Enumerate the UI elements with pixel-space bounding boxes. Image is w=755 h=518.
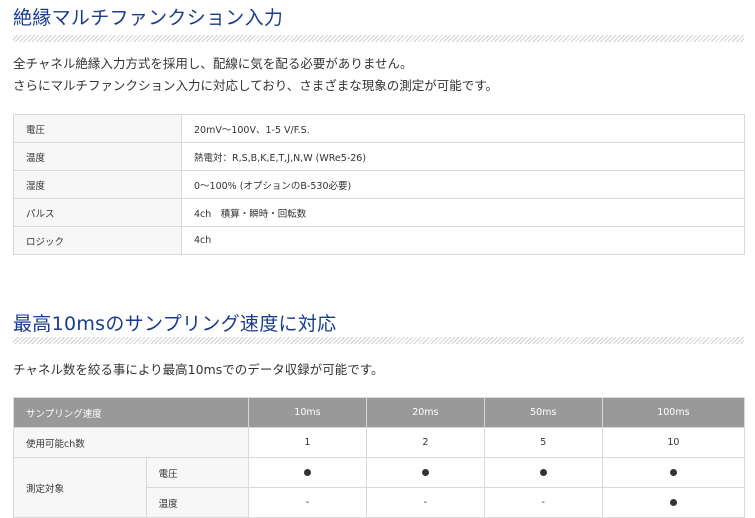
heading-divider	[13, 35, 744, 42]
input-spec-table: 電圧 20mV～100V、1-5 V/F.S. 温度 熱電対：R,S,B,K,E…	[13, 114, 745, 255]
spec-label: 電圧	[13, 114, 182, 143]
sampling-speed-table: サンプリング速度 10ms 20ms 50ms 100ms 使用可能ch数 1 …	[13, 397, 746, 518]
spec-label: ロジック	[13, 226, 182, 255]
spec-row: 湿度 0～100% (オプションのB-530必要)	[13, 170, 745, 199]
support-mark: -	[483, 487, 603, 518]
channel-count: 1	[248, 427, 367, 458]
support-mark	[483, 457, 603, 488]
header-speed: 10ms	[248, 397, 367, 428]
spec-row: 温度 熱電対：R,S,B,K,E,T,J,N,W (WRe5-26)	[13, 142, 745, 171]
header-sampling-speed: サンプリング速度	[13, 397, 249, 428]
spec-row: ロジック 4ch	[13, 226, 745, 255]
target-voltage-label: 電圧	[145, 457, 250, 488]
support-mark	[365, 457, 485, 488]
spec-value: 4ch 積算・瞬時・回転数	[181, 198, 745, 227]
spec-value: 0～100% (オプションのB-530必要)	[181, 170, 745, 199]
intro-line-1: 全チャネル絶縁入力方式を採用し、配線に気を配る必要がありません。	[13, 56, 413, 71]
supported-dot-icon	[539, 469, 547, 476]
support-mark	[248, 457, 367, 488]
heading-divider	[13, 337, 744, 344]
section-title-insulated-input: 絶縁マルチファンクション入力	[13, 7, 284, 29]
table-header-row: サンプリング速度 10ms 20ms 50ms 100ms	[13, 397, 746, 428]
table-row: 測定対象 電圧	[13, 457, 746, 518]
spec-label: 湿度	[13, 170, 182, 199]
supported-dot-icon	[303, 469, 311, 476]
channel-count: 2	[365, 427, 485, 458]
supported-dot-icon	[669, 469, 677, 476]
target-label: 測定対象	[13, 457, 147, 518]
supported-dot-icon	[669, 499, 677, 506]
spec-value: 20mV～100V、1-5 V/F.S.	[181, 114, 745, 143]
header-speed: 100ms	[601, 397, 746, 428]
channel-count: 5	[483, 427, 603, 458]
spec-value: 4ch	[181, 226, 745, 255]
intro-line-2: さらにマルチファンクション入力に対応しており、さまざまな現象の測定が可能です。	[13, 78, 499, 93]
spec-label: パルス	[13, 198, 182, 227]
header-speed: 20ms	[365, 397, 485, 428]
spec-row: 電圧 20mV～100V、1-5 V/F.S.	[13, 114, 745, 143]
channel-count: 10	[601, 427, 746, 458]
support-mark	[601, 487, 746, 518]
table-row: 使用可能ch数 1 2 5 10	[13, 427, 746, 458]
sampling-description: チャネル数を絞る事により最高10msでのデータ収録が可能です。	[13, 362, 384, 377]
support-mark: -	[365, 487, 485, 518]
support-mark: -	[248, 487, 367, 518]
spec-value: 熱電対：R,S,B,K,E,T,J,N,W (WRe5-26)	[181, 142, 745, 171]
spec-row: パルス 4ch 積算・瞬時・回転数	[13, 198, 745, 227]
target-temperature-label: 温度	[145, 487, 250, 518]
supported-dot-icon	[421, 469, 429, 476]
spec-label: 温度	[13, 142, 182, 171]
header-speed: 50ms	[483, 397, 603, 428]
section-title-sampling-speed: 最高10msのサンプリング速度に対応	[13, 313, 337, 335]
channels-label: 使用可能ch数	[13, 427, 249, 458]
support-mark	[601, 457, 746, 488]
